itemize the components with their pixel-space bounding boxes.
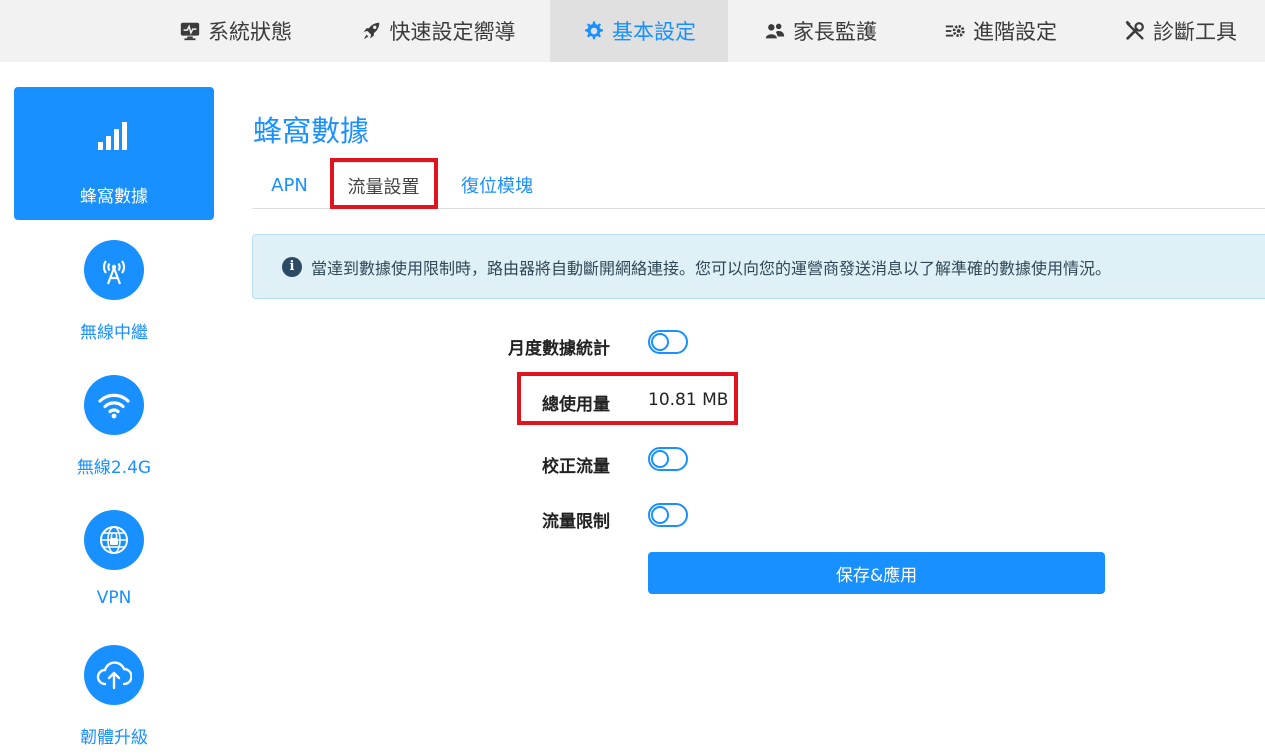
tab-traffic-settings[interactable]: 流量設置 bbox=[332, 162, 435, 209]
nav-advanced-settings[interactable]: 進階設定 bbox=[925, 0, 1075, 62]
calibrate-traffic-label: 校正流量 bbox=[542, 457, 610, 477]
toggle-knob bbox=[651, 506, 669, 524]
monitor-icon bbox=[178, 19, 202, 43]
nav-label: 快速設定嚮導 bbox=[389, 20, 516, 44]
nav-quick-setup[interactable]: 快速設定嚮導 bbox=[340, 0, 535, 62]
monthly-stats-label: 月度數據統計 bbox=[508, 339, 610, 359]
nav-label: 進階設定 bbox=[973, 20, 1057, 44]
antenna-icon bbox=[84, 240, 144, 300]
users-icon bbox=[763, 19, 787, 43]
info-alert: i 當達到數據使用限制時，路由器將自動斷開網絡連接。您可以向您的運營商發送消息以… bbox=[252, 234, 1265, 299]
nav-basic-settings[interactable]: 基本設定 bbox=[550, 0, 728, 62]
nav-system-status[interactable]: 系統狀態 bbox=[160, 0, 310, 62]
save-apply-button[interactable]: 保存&應用 bbox=[648, 552, 1105, 594]
nav-diagnostic-tools[interactable]: 診斷工具 bbox=[1105, 0, 1255, 62]
alert-text: 當達到數據使用限制時，路由器將自動斷開網絡連接。您可以向您的運營商發送消息以了解… bbox=[311, 258, 1112, 278]
cloud-upload-icon bbox=[84, 645, 144, 705]
calibrate-traffic-toggle[interactable] bbox=[648, 447, 688, 471]
nav-parental-control[interactable]: 家長監護 bbox=[745, 0, 895, 62]
toggle-knob bbox=[651, 450, 669, 468]
sidebar-item-label: 無線中繼 bbox=[80, 323, 148, 343]
sidebar-item-label: 韌體升級 bbox=[80, 728, 148, 748]
page-title: 蜂窩數據 bbox=[253, 114, 370, 148]
sidebar-item-label: 無線2.4G bbox=[76, 458, 152, 478]
rocket-icon bbox=[360, 19, 384, 43]
nav-label: 診斷工具 bbox=[1153, 20, 1237, 44]
nav-label: 基本設定 bbox=[612, 20, 696, 44]
sidebar-item-vpn[interactable]: VPN bbox=[14, 510, 214, 615]
traffic-limit-toggle[interactable] bbox=[648, 503, 688, 527]
traffic-limit-label: 流量限制 bbox=[542, 512, 610, 532]
tab-apn[interactable]: APN bbox=[252, 162, 327, 208]
tab-reset-module[interactable]: 復位模塊 bbox=[447, 162, 547, 208]
signal-bars-icon bbox=[98, 120, 130, 156]
sidebar-item-wireless-repeater[interactable]: 無線中繼 bbox=[14, 240, 214, 345]
tools-icon bbox=[1123, 19, 1147, 43]
nav-label: 家長監護 bbox=[793, 20, 877, 44]
gear-icon bbox=[582, 19, 606, 43]
sidebar-item-wireless-24g[interactable]: 無線2.4G bbox=[14, 375, 214, 480]
sidebar-item-label: 蜂窩數據 bbox=[80, 187, 148, 207]
sidebar-item-label: VPN bbox=[96, 588, 132, 608]
total-usage-label: 總使用量 bbox=[542, 395, 610, 415]
tab-bar: APN 流量設置 復位模塊 bbox=[252, 162, 1265, 209]
info-icon: i bbox=[282, 256, 302, 277]
nav-label: 系統狀態 bbox=[208, 20, 292, 44]
toggle-knob bbox=[651, 333, 669, 351]
wifi-icon bbox=[84, 375, 144, 435]
total-usage-value: 10.81 MB bbox=[648, 390, 729, 410]
top-navigation: 系統狀態 快速設定嚮導 基本設定 家長監護 進階設定 診斷工具 bbox=[0, 0, 1265, 62]
list-gear-icon bbox=[943, 19, 967, 43]
globe-lock-icon bbox=[84, 510, 144, 570]
monthly-stats-toggle[interactable] bbox=[648, 330, 688, 354]
sidebar-item-firmware-upgrade[interactable]: 韌體升級 bbox=[14, 645, 214, 750]
